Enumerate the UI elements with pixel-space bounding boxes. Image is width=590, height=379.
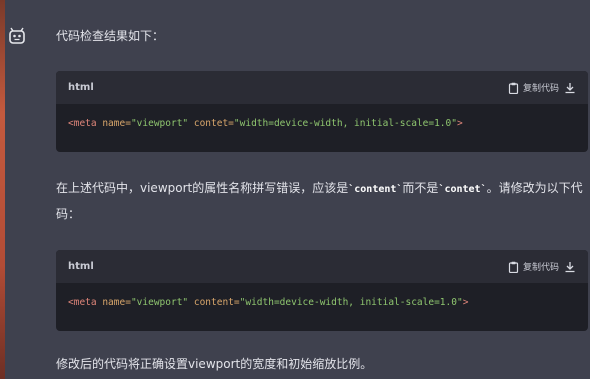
inline-code-correct: `content` (348, 184, 403, 195)
intro-text: 代码检查结果如下： (56, 29, 165, 43)
code-attr-value: "viewport" (130, 118, 189, 129)
bot-avatar-icon (9, 27, 25, 44)
code-attr-name: contet= (188, 118, 234, 129)
code-block-header: html 复制代码 (56, 71, 588, 104)
code-language-label: html (68, 261, 94, 272)
code-tag-open: <meta (68, 297, 97, 308)
inline-code-wrong: `contet` (438, 184, 487, 195)
download-icon[interactable] (564, 82, 576, 94)
copy-code-label: 复制代码 (522, 263, 559, 273)
conclusion-text: 修改后的代码将正确设置viewport的宽度和初始缩放比例。 (56, 357, 373, 371)
code-content: <meta name="viewport" content="width=dev… (56, 283, 588, 308)
code-block-header: html 复制代码 (56, 250, 588, 283)
copy-code-label: 复制代码 (522, 84, 559, 94)
code-block-actions: 复制代码 (508, 81, 576, 94)
code-attr-value: "width=device-width, initial-scale=1.0" (239, 297, 463, 308)
clipboard-icon (508, 261, 519, 273)
code-attr-value: "width=device-width, initial-scale=1.0" (233, 118, 457, 129)
code-block-actions: 复制代码 (508, 260, 576, 273)
download-icon[interactable] (564, 261, 576, 273)
code-language-label: html (68, 82, 94, 93)
explanation-paragraph: 在上述代码中，viewport的属性名称拼写错误，应该是`content`而不是… (56, 176, 586, 226)
explanation-text: 在上述代码中，viewport的属性名称拼写错误，应该是 (56, 181, 349, 195)
code-tag-close: > (456, 118, 463, 129)
code-attr-name: name= (96, 118, 131, 129)
code-content: <meta name="viewport" contet="width=devi… (56, 104, 588, 129)
left-edge-strip (0, 0, 5, 379)
code-block-fixed: html 复制代码 <meta name="viewport" content=… (56, 250, 588, 331)
explanation-text: 而不是 (402, 181, 439, 195)
code-tag-open: <meta (68, 118, 97, 129)
copy-code-button[interactable]: 复制代码 (508, 260, 559, 273)
code-attr-name: name= (96, 297, 131, 308)
code-block-original: html 复制代码 <meta name="viewport" contet="… (56, 71, 588, 152)
copy-code-button[interactable]: 复制代码 (508, 81, 559, 94)
code-tag-close: > (462, 297, 469, 308)
code-attr-name: content= (188, 297, 240, 308)
code-attr-value: "viewport" (130, 297, 189, 308)
clipboard-icon (508, 82, 519, 94)
